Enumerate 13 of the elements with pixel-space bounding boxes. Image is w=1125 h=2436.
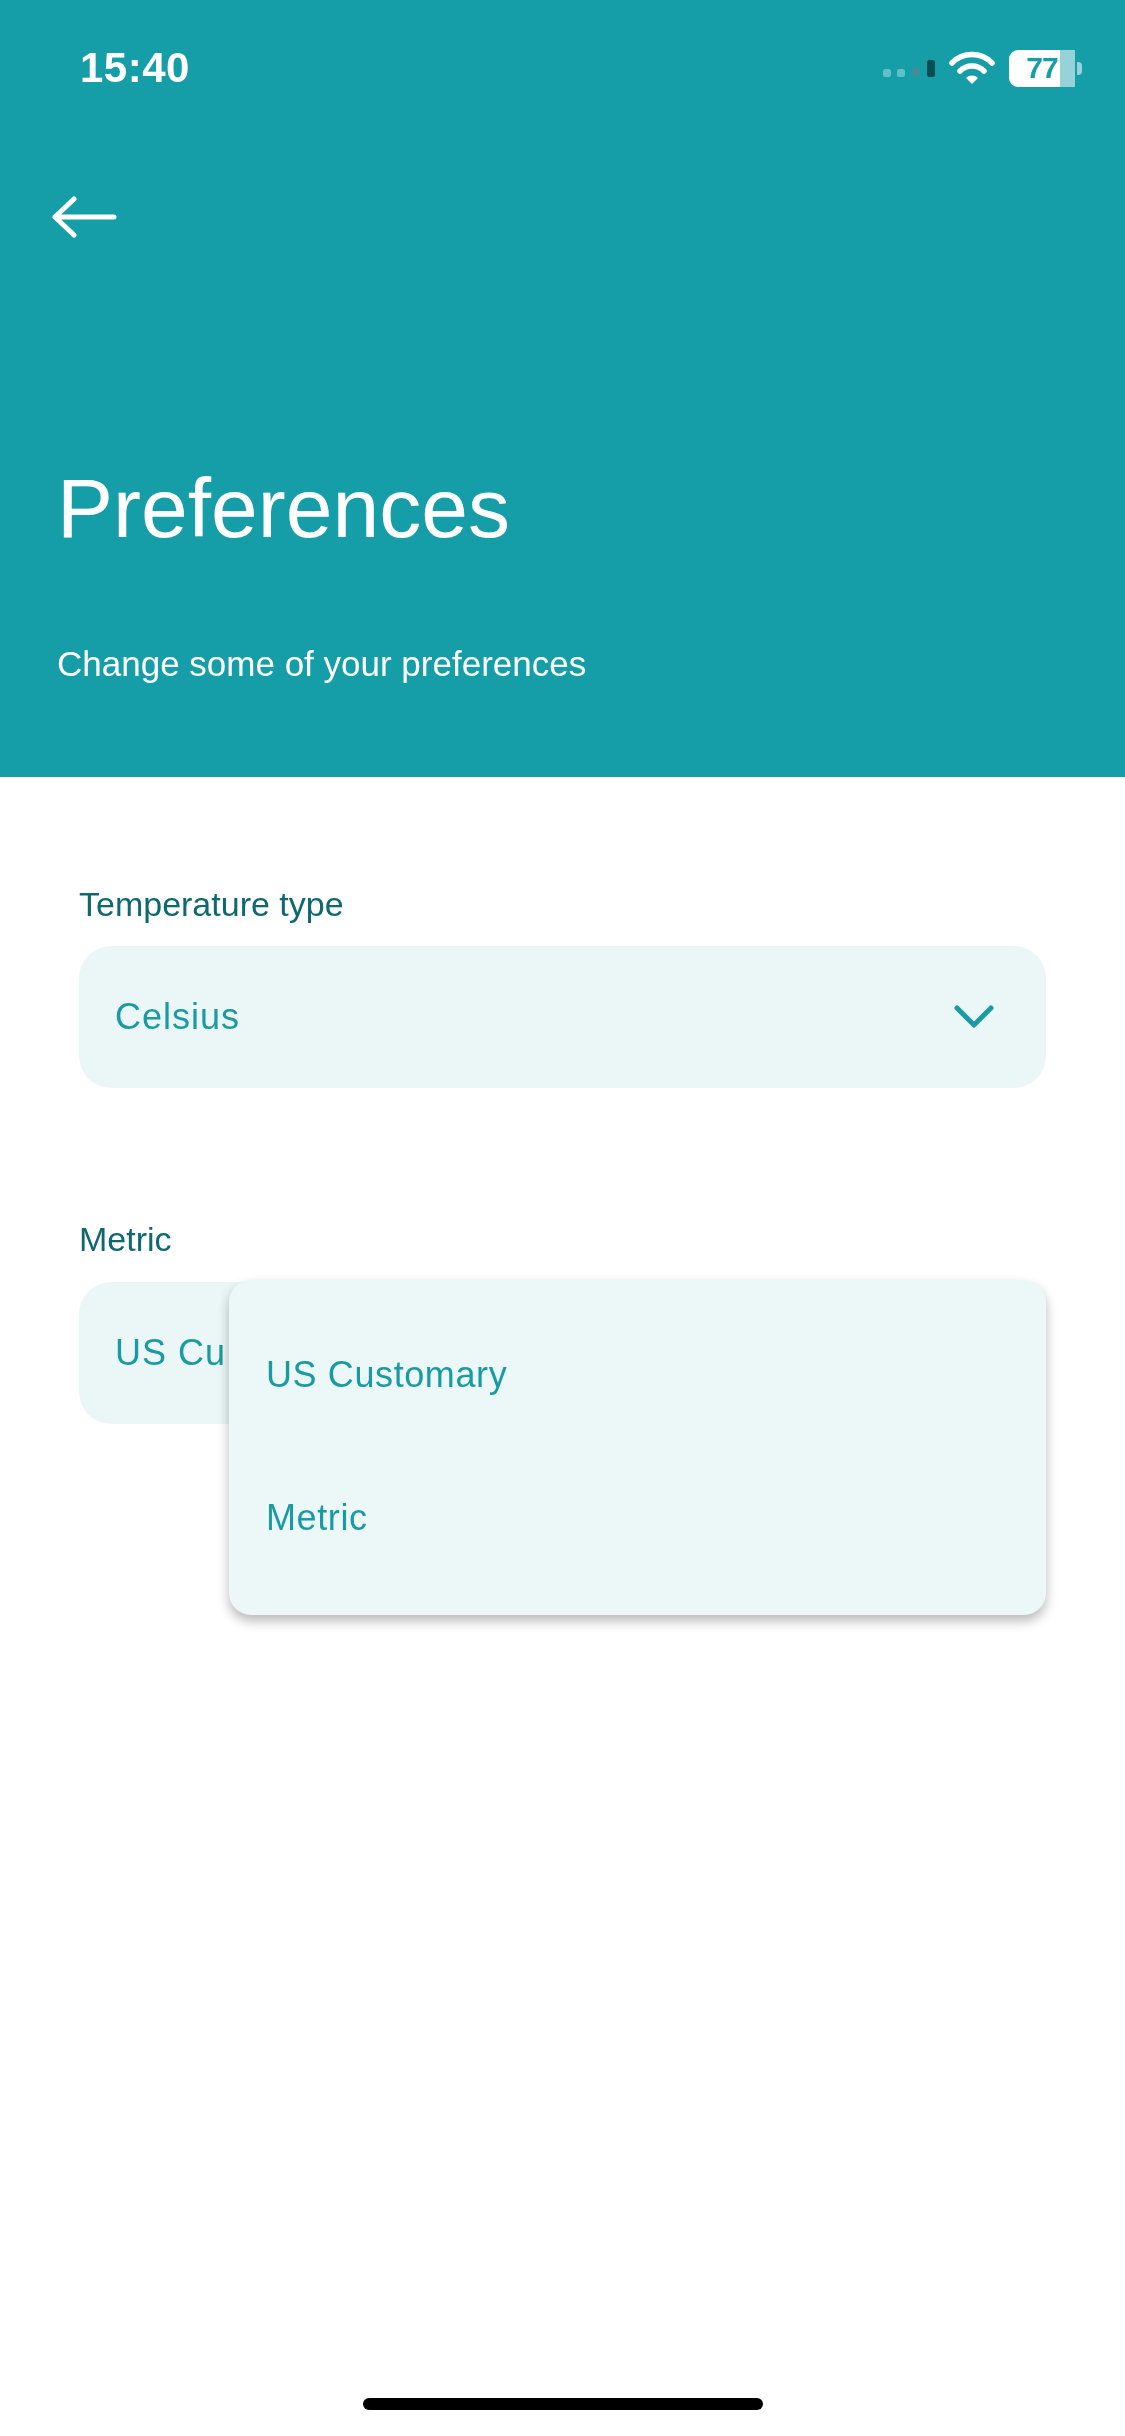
menu-option[interactable]: Metric <box>229 1446 1046 1590</box>
wifi-icon <box>949 51 995 85</box>
menu-option[interactable]: US Customary <box>229 1303 1046 1447</box>
status-time: 15:40 <box>80 47 190 89</box>
battery-level-indicator: 77 <box>1009 49 1082 87</box>
page-title: Preferences <box>57 460 511 557</box>
back-arrow-icon <box>52 196 117 238</box>
page-subtitle: Change some of your preferences <box>57 642 588 685</box>
chevron-down-icon <box>954 1004 994 1029</box>
dropdown-field[interactable]: Celsius <box>79 945 1046 1088</box>
field-label: Temperature type <box>79 883 345 925</box>
field-label: Metric <box>79 1218 173 1260</box>
signal-icon <box>883 59 935 77</box>
